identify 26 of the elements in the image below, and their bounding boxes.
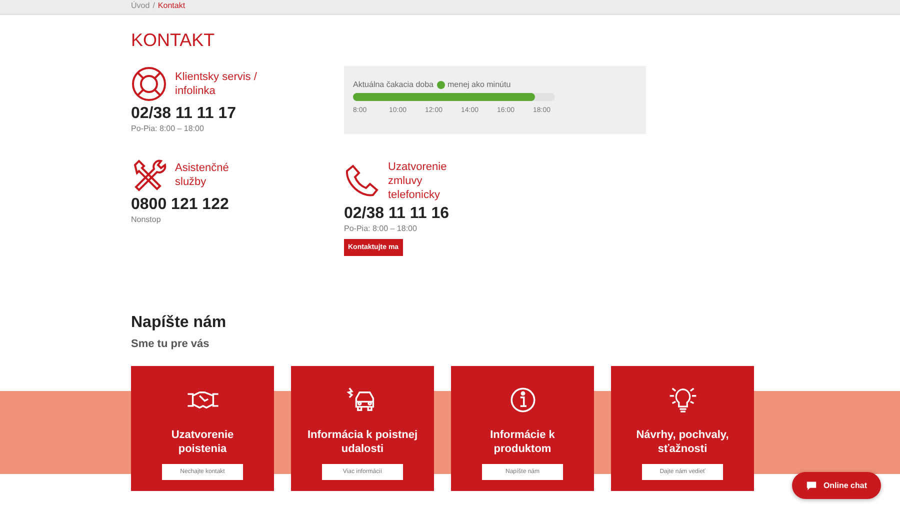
breadcrumb-link[interactable]: Kontakt — [158, 0, 186, 12]
card-title: Informácia k poistnej udalosti — [306, 428, 418, 456]
card-title: Uzatvorenie poistenia — [170, 428, 235, 456]
chat-bubble-icon — [806, 480, 818, 490]
opening-hours: Po-Pia: 8:00 – 18:00 — [344, 224, 418, 233]
lifebuoy-icon — [131, 66, 167, 102]
phone-number: 0800 121 122 — [131, 196, 230, 214]
waiting-time-value: menej ako minútu — [448, 80, 511, 89]
contact-label: Klientsky servis / infolinka — [175, 70, 258, 98]
breadcrumb-link[interactable]: Úvod — [131, 0, 150, 12]
online-chat-button[interactable]: Online chat — [792, 472, 881, 499]
tools-icon — [131, 157, 167, 193]
card-title: Informácie k produktom — [489, 428, 556, 456]
opening-hours: Po-Pia: 8:00 – 18:00 — [131, 124, 205, 133]
section-title: Napíšte nám — [131, 314, 228, 332]
contact-label: Asistenčné služby — [175, 161, 230, 189]
breadcrumb-separator: / — [152, 0, 155, 12]
contact-label: Uzatvorenie zmluvy telefonicky — [388, 160, 448, 202]
opening-hours: Nonstop — [131, 215, 162, 224]
waiting-time-label: Aktuálna čakacia doba — [353, 80, 434, 89]
page-title: KONTAKT — [131, 30, 216, 52]
phone-number: 02/38 11 11 17 — [131, 105, 237, 123]
card-title: Návrhy, pochvaly, sťažnosti — [635, 428, 730, 456]
phone-icon — [344, 163, 380, 199]
section-subtitle: Sme tu pre vás — [131, 338, 210, 350]
phone-number: 02/38 11 11 16 — [344, 205, 450, 223]
